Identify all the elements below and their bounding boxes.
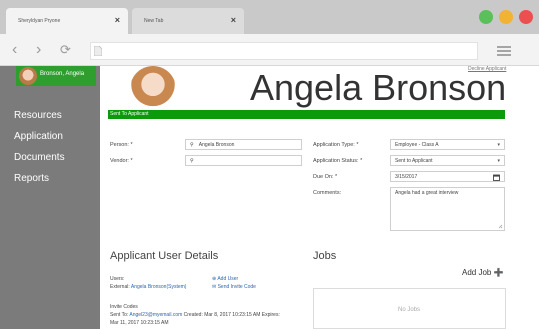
due-on-input[interactable]: 3/15/2017 xyxy=(390,171,505,182)
calendar-icon[interactable] xyxy=(493,174,500,181)
application-type-label: Application Type: * xyxy=(313,142,359,148)
applicant-photo xyxy=(130,66,176,112)
vendor-label: Vendor: * xyxy=(110,158,133,164)
application-status-label: Application Status: * xyxy=(313,158,363,164)
sidebar xyxy=(0,66,100,329)
tab-label: New Tab xyxy=(144,18,164,24)
applicant-name: Angela Bronson xyxy=(250,67,507,108)
invite-codes-label: Invite Codes xyxy=(110,304,138,310)
application-type-select[interactable]: Employee - Class A ▾ xyxy=(390,139,505,150)
external-user: External: Angela Bronson(System) xyxy=(110,284,186,290)
browser-tab-new[interactable]: New Tab × xyxy=(132,8,244,34)
back-icon[interactable]: ‹ xyxy=(12,40,17,60)
jobs-title: Jobs xyxy=(313,250,337,262)
due-on-value: 3/15/2017 xyxy=(395,174,418,180)
menu-icon[interactable] xyxy=(497,46,511,56)
add-user-button[interactable]: ⊕ Add User xyxy=(212,276,238,282)
sidebar-item-documents[interactable]: Documents xyxy=(14,152,65,163)
browser-tab-active[interactable]: Sheryldyan Pryone × xyxy=(6,8,128,34)
sent-to-email[interactable]: Angel23@myemail.com xyxy=(129,312,182,318)
vendor-input[interactable]: ⚲ xyxy=(185,155,302,166)
external-user-link[interactable]: Angela Bronson(System) xyxy=(131,284,187,290)
add-user-label: Add User xyxy=(217,276,239,282)
person-value: Angela Bronson xyxy=(198,142,235,148)
sidebar-item-reports[interactable]: Reports xyxy=(14,173,49,184)
status-bar: Sent To Applicant xyxy=(108,110,505,119)
close-tab-icon[interactable]: × xyxy=(115,15,120,25)
external-prefix: External: xyxy=(110,284,130,290)
chevron-down-icon: ▾ xyxy=(497,142,500,148)
maximize-window-button[interactable] xyxy=(479,10,493,24)
invite-code-line: Sent To: Angel23@myemail.com Created: Ma… xyxy=(110,312,280,318)
application-status-select[interactable]: Sent to Applicant ▾ xyxy=(390,155,505,166)
sidebar-item-resources[interactable]: Resources xyxy=(14,110,62,121)
created-prefix: Created: xyxy=(183,312,203,318)
comments-textarea[interactable]: Angela had a great interview xyxy=(390,187,505,231)
reload-icon[interactable]: ⟳ xyxy=(60,40,71,60)
no-jobs-text: No Jobs xyxy=(398,307,421,313)
avatar xyxy=(19,67,37,85)
due-on-label: Due On: * xyxy=(313,174,338,180)
created-value: Mar 8, 2017 10:23:15 AM xyxy=(204,312,261,318)
person-input[interactable]: ⚲ Angela Bronson xyxy=(185,139,302,150)
comments-value: Angela had a great interview xyxy=(395,190,459,196)
add-job-button[interactable]: Add Job ➕ xyxy=(462,268,504,277)
resize-handle-icon[interactable] xyxy=(498,224,503,229)
address-bar[interactable] xyxy=(90,42,478,60)
chevron-down-icon: ▾ xyxy=(497,158,500,164)
users-label: Users: xyxy=(110,276,125,282)
person-label: Person: * xyxy=(110,142,133,148)
forward-icon[interactable]: › xyxy=(36,40,41,60)
search-icon: ⚲ xyxy=(190,142,194,148)
jobs-list-empty: No Jobs xyxy=(313,288,506,329)
send-invite-code-label: Send Invite Code xyxy=(217,284,256,290)
expires-value: Mar 11, 2017 10:23:15 AM xyxy=(110,320,169,326)
application-status-value: Sent to Applicant xyxy=(395,158,433,164)
sidebar-item-application[interactable]: Application xyxy=(14,131,63,142)
sent-to-prefix: Sent To: xyxy=(110,312,129,318)
page-icon xyxy=(94,46,102,56)
sidebar-user[interactable]: Bronson, Angela xyxy=(16,66,96,86)
plus-circle-icon: ➕ xyxy=(493,268,504,277)
decline-applicant-link[interactable]: Decline Applicant xyxy=(468,66,506,72)
sidebar-user-name: Bronson, Angela xyxy=(40,71,85,77)
close-window-button[interactable] xyxy=(519,10,533,24)
send-invite-code-button[interactable]: ✉ Send Invite Code xyxy=(212,284,256,290)
applicant-user-details-title: Applicant User Details xyxy=(110,250,219,262)
minimize-window-button[interactable] xyxy=(499,10,513,24)
close-tab-icon[interactable]: × xyxy=(231,15,236,25)
status-text: Sent To Applicant xyxy=(110,111,149,117)
envelope-icon: ✉ xyxy=(212,284,217,290)
expires-prefix: Expires: xyxy=(261,312,280,318)
comments-label: Comments: xyxy=(313,190,342,196)
application-type-value: Employee - Class A xyxy=(395,142,439,148)
tab-label: Sheryldyan Pryone xyxy=(18,18,61,24)
add-job-label: Add Job xyxy=(462,268,492,277)
plus-circle-icon: ⊕ xyxy=(212,276,217,282)
search-icon: ⚲ xyxy=(190,158,194,164)
